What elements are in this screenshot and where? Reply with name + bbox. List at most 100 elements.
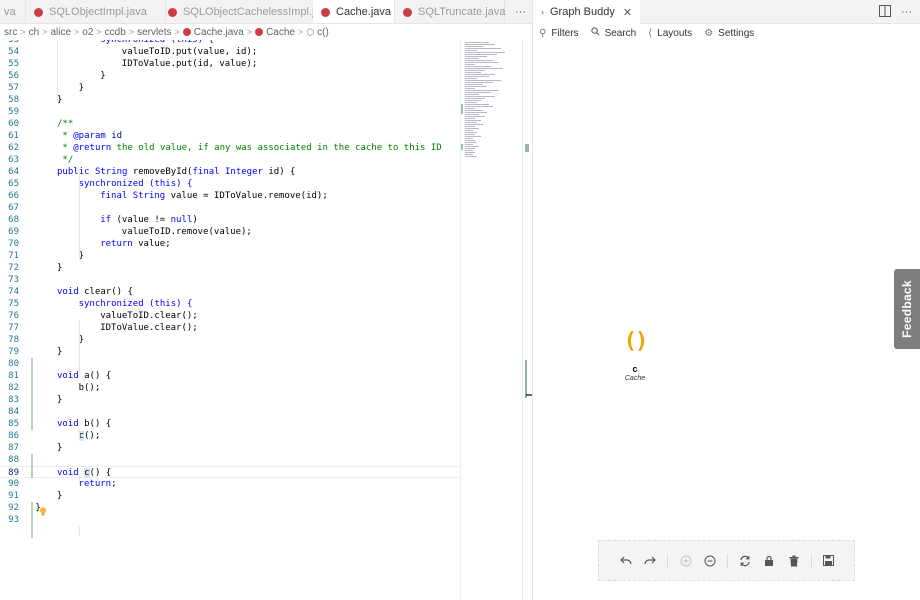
filters-button[interactable]: ⚲ Filters — [539, 28, 579, 39]
code-line[interactable]: 89 void c() { — [0, 466, 460, 478]
feedback-button[interactable]: Feedback — [894, 269, 920, 349]
graph-node-method[interactable]: () c Cache — [618, 330, 652, 383]
code-line[interactable]: 60 /** — [0, 118, 460, 130]
code-line[interactable]: 62 * @return the old value, if any was a… — [0, 142, 460, 154]
trash-icon[interactable] — [787, 554, 801, 568]
more-actions-icon[interactable]: ··· — [515, 6, 526, 18]
code-line[interactable]: 74 void clear() { — [0, 286, 460, 298]
breadcrumb-item-file[interactable]: Cache.java — [194, 27, 244, 38]
graph-buddy-tab[interactable]: › Graph Buddy ✕ — [533, 0, 641, 24]
code-token: valueToID.clear(); — [100, 311, 198, 321]
code-line[interactable]: 86 c(); — [0, 430, 460, 442]
code-line[interactable]: 58} — [0, 94, 460, 106]
editor-tab-sqltruncate[interactable]: SQLTruncate.java — [395, 0, 505, 23]
code-line[interactable]: 67 — [0, 202, 460, 214]
settings-button[interactable]: ⚙ Settings — [704, 28, 754, 39]
code-line[interactable]: 56} — [0, 70, 460, 82]
code-line[interactable]: 76 valueToID.clear(); — [0, 310, 460, 322]
code-line[interactable]: 80 — [0, 358, 460, 370]
line-number: 71 — [8, 251, 19, 261]
code-line[interactable]: 78} — [0, 334, 460, 346]
code-token: id) { — [262, 167, 296, 177]
chevron-right-icon: > — [174, 27, 180, 37]
line-number: 62 — [8, 143, 19, 153]
code-line[interactable]: 77 IDToValue.clear(); — [0, 322, 460, 334]
code-line[interactable]: 82 b(); — [0, 382, 460, 394]
editor-scrollbar[interactable] — [522, 40, 532, 600]
breadcrumb-item-alice[interactable]: alice — [50, 27, 71, 38]
minimap-line — [465, 104, 489, 105]
refresh-icon[interactable] — [738, 554, 752, 568]
code-line[interactable]: 72} — [0, 262, 460, 274]
code-line[interactable]: 61 * @param id — [0, 130, 460, 142]
save-icon[interactable] — [822, 554, 836, 568]
code-line[interactable]: 55 IDToValue.put(id, value); — [0, 58, 460, 70]
breadcrumb-item-o2[interactable]: o2 — [82, 27, 93, 38]
java-file-icon — [403, 7, 412, 17]
chevron-right-icon: > — [20, 27, 26, 37]
search-button[interactable]: Search — [590, 27, 637, 39]
code-line[interactable]: 88 — [0, 454, 460, 466]
code-line[interactable]: 83} — [0, 394, 460, 406]
code-line[interactable]: 93 — [0, 514, 460, 526]
line-number: 88 — [8, 455, 19, 465]
code-line[interactable]: 92} — [0, 502, 460, 514]
code-line[interactable]: 81 void a() { — [0, 370, 460, 382]
minimap-line — [465, 66, 491, 67]
code-line[interactable]: 91} — [0, 490, 460, 502]
editor-tab-sqlobjectimpl[interactable]: SQLObjectImpl.java — [26, 0, 166, 23]
split-editor-icon[interactable] — [879, 4, 891, 20]
code-token: } — [78, 83, 85, 93]
breadcrumb-item-method[interactable]: c() — [317, 27, 329, 38]
line-number: 77 — [8, 323, 19, 333]
more-actions-icon[interactable]: ··· — [901, 6, 912, 18]
code-line[interactable]: 54 valueToID.put(value, id); — [0, 46, 460, 58]
code-line[interactable]: 57} — [0, 82, 460, 94]
breadcrumb-item-servlets[interactable]: servlets — [137, 27, 171, 38]
indent-guide — [79, 428, 80, 438]
lock-icon[interactable] — [762, 554, 776, 568]
indent-guide — [79, 320, 80, 372]
graph-canvas[interactable] — [533, 42, 920, 600]
code-line[interactable]: 85 void b() { — [0, 418, 460, 430]
code-line[interactable]: 68 if (value != null) — [0, 214, 460, 226]
zoom-in-icon[interactable] — [679, 554, 693, 568]
line-number: 85 — [8, 419, 19, 429]
zoom-out-icon[interactable] — [703, 554, 717, 568]
panel-resize-handle[interactable] — [524, 360, 532, 400]
breadcrumb-item-ccdb[interactable]: ccdb — [105, 27, 126, 38]
lightbulb-icon[interactable] — [39, 507, 47, 516]
code-token: return — [100, 239, 133, 249]
code-line[interactable]: 79} — [0, 346, 460, 358]
redo-icon[interactable] — [643, 554, 657, 568]
line-number: 82 — [8, 383, 19, 393]
editor-tab-0[interactable]: va — [0, 0, 26, 23]
editor-tab-cache[interactable]: Cache.java — [313, 0, 395, 23]
minimap-line — [465, 92, 491, 93]
code-line[interactable]: 87} — [0, 442, 460, 454]
code-line[interactable]: 69 valueToID.remove(value); — [0, 226, 460, 238]
layouts-button[interactable]: ⟨ Layouts — [648, 28, 692, 39]
close-icon[interactable]: ✕ — [623, 6, 632, 19]
code-line[interactable]: 59 — [0, 106, 460, 118]
breadcrumb-item-ch[interactable]: ch — [29, 27, 40, 38]
code-line[interactable]: 75 synchronized (this) { — [0, 298, 460, 310]
code-editor[interactable]: 53 synchronized (this) {54 valueToID.put(v… — [0, 40, 460, 600]
code-line[interactable]: 65 synchronized (this) { — [0, 178, 460, 190]
code-line[interactable]: 90 return; — [0, 478, 460, 490]
code-line[interactable]: 73 — [0, 274, 460, 286]
code-line[interactable]: 84 — [0, 406, 460, 418]
breadcrumb-item-src[interactable]: src — [4, 27, 17, 38]
breadcrumb-item-class[interactable]: Cache — [266, 27, 295, 38]
minimap[interactable] — [460, 40, 522, 600]
code-line[interactable]: 71} — [0, 250, 460, 262]
undo-icon[interactable] — [619, 554, 633, 568]
code-line[interactable]: 70 return value; — [0, 238, 460, 250]
search-label: Search — [604, 27, 637, 39]
code-line[interactable]: 64 public String removeById(final Integer… — [0, 166, 460, 178]
code-line[interactable]: 66 final String value = IDToValue.remove(… — [0, 190, 460, 202]
code-line[interactable]: 63 */ — [0, 154, 460, 166]
breadcrumb: src > ch > alice > o2 > ccdb > servlets > Cach… — [0, 24, 520, 40]
editor-tab-sqlobjectcachelessimpl[interactable]: SQLObjectCachelessImpl.java — [160, 0, 332, 23]
line-number: 87 — [8, 443, 19, 453]
